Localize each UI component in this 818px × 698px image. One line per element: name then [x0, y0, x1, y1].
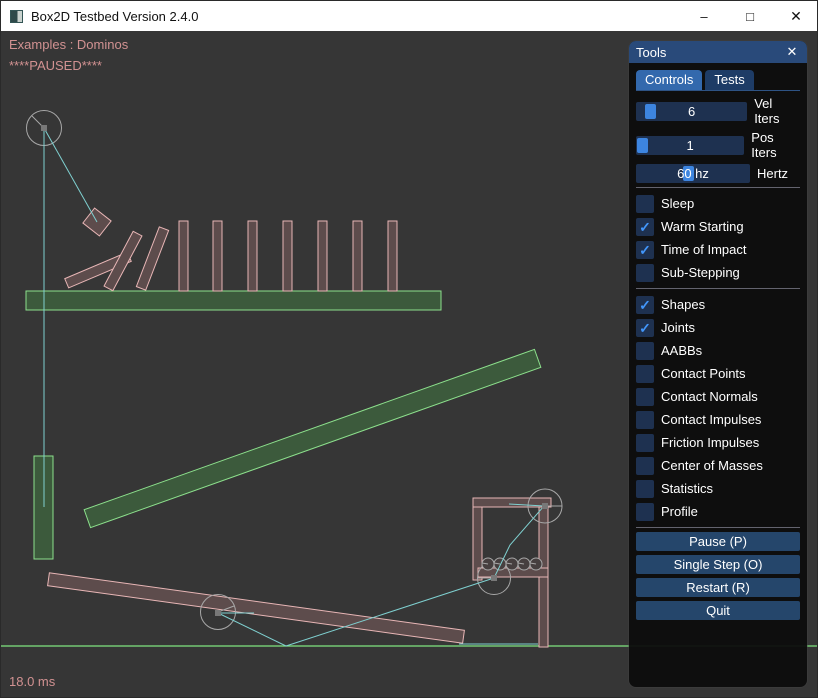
tab-tests[interactable]: Tests [705, 70, 753, 90]
joint-anchor [491, 575, 497, 581]
checkbox-row: Contact Normals [636, 385, 800, 408]
checkbox-row: ✓ Warm Starting [636, 215, 800, 238]
checkbox-row: AABBs [636, 339, 800, 362]
dynamic-body [283, 221, 292, 291]
checkbox-checked[interactable]: ✓ [636, 241, 654, 259]
checkbox-label: Time of Impact [661, 242, 746, 257]
separator [636, 527, 800, 528]
checkbox-label: Contact Impulses [661, 412, 761, 427]
checkbox-checked[interactable]: ✓ [636, 218, 654, 236]
static-body [26, 291, 441, 310]
tools-panel-header[interactable]: Tools ✕ [629, 41, 807, 63]
checkbox-label: AABBs [661, 343, 702, 358]
checkbox-unchecked[interactable] [636, 503, 654, 521]
pause-p-button[interactable]: Pause (P) [636, 532, 800, 551]
checkbox-row: Sub-Stepping [636, 261, 800, 284]
checkbox-unchecked[interactable] [636, 434, 654, 452]
checkbox-checked[interactable]: ✓ [636, 319, 654, 337]
joint-anchor [41, 125, 47, 131]
checkbox-row: ✓ Time of Impact [636, 238, 800, 261]
dynamic-body [213, 221, 222, 291]
slider-value: 60 hz [636, 164, 750, 183]
joint-line [218, 613, 286, 646]
checkbox-row: Sleep [636, 192, 800, 215]
solver-checkbox-group: Sleep ✓ Warm Starting ✓ Time of Impact Sub-St… [636, 192, 800, 284]
window-title: Box2D Testbed Version 2.4.0 [31, 9, 198, 24]
slider-track[interactable]: 1 [636, 136, 744, 155]
checkbox-checked[interactable]: ✓ [636, 296, 654, 314]
checkbox-unchecked[interactable] [636, 365, 654, 383]
paused-status-label: ****PAUSED**** [9, 58, 102, 73]
slider-label: Vel Iters [754, 96, 800, 126]
quit-button[interactable]: Quit [636, 601, 800, 620]
separator [636, 187, 800, 188]
single-step-o-button[interactable]: Single Step (O) [636, 555, 800, 574]
checkbox-label: Joints [661, 320, 695, 335]
checkbox-label: Profile [661, 504, 698, 519]
checkbox-label: Sub-Stepping [661, 265, 740, 280]
app-icon [10, 10, 23, 23]
tab-controls[interactable]: Controls [636, 70, 702, 90]
slider-row: 1 Pos Iters [636, 130, 800, 160]
checkbox-label: Center of Masses [661, 458, 763, 473]
checkbox-row: Profile [636, 500, 800, 523]
checkbox-unchecked[interactable] [636, 342, 654, 360]
tools-panel: Tools ✕ ControlsTests 6 Vel Iters 1 Pos Ite… [629, 41, 807, 687]
restart-r-button[interactable]: Restart (R) [636, 578, 800, 597]
slider-label: Pos Iters [751, 130, 800, 160]
checkbox-row: ✓ Shapes [636, 293, 800, 316]
checkbox-label: Sleep [661, 196, 694, 211]
frame-time-label: 18.0 ms [9, 674, 55, 689]
checkbox-label: Contact Points [661, 366, 746, 381]
dynamic-body [179, 221, 188, 291]
joint-anchor [542, 503, 548, 509]
checkbox-label: Shapes [661, 297, 705, 312]
checkbox-row: Center of Masses [636, 454, 800, 477]
checkbox-label: Warm Starting [661, 219, 744, 234]
checkbox-unchecked[interactable] [636, 411, 654, 429]
minimize-button[interactable]: – [681, 1, 727, 31]
slider-group: 6 Vel Iters 1 Pos Iters60 hz Hertz [636, 96, 800, 183]
dynamic-body [353, 221, 362, 291]
draw-checkbox-group: ✓ Shapes ✓ Joints AABBs Contact Points Contact… [636, 293, 800, 523]
checkbox-row: Statistics [636, 477, 800, 500]
slider-value: 1 [636, 136, 744, 155]
slider-row: 6 Vel Iters [636, 96, 800, 126]
slider-value: 6 [636, 102, 747, 121]
checkbox-unchecked[interactable] [636, 480, 654, 498]
dynamic-body [388, 221, 397, 291]
dynamic-body [318, 221, 327, 291]
tab-bar: ControlsTests [636, 70, 800, 91]
close-icon[interactable]: ✕ [784, 44, 800, 60]
checkbox-label: Friction Impulses [661, 435, 759, 450]
checkbox-row: Friction Impulses [636, 431, 800, 454]
app-window: Examples : Dominos ****PAUSED**** 18.0 m… [0, 0, 818, 698]
static-body [84, 349, 541, 527]
checkbox-row: Contact Impulses [636, 408, 800, 431]
action-button-group: Pause (P) Single Step (O) Restart (R) Quit [636, 532, 800, 620]
checkbox-row: Contact Points [636, 362, 800, 385]
checkbox-unchecked[interactable] [636, 457, 654, 475]
maximize-button[interactable]: □ [727, 1, 773, 31]
tools-panel-title: Tools [636, 45, 666, 60]
tools-panel-body: ControlsTests 6 Vel Iters 1 Pos Iters60 hz H… [629, 63, 807, 620]
checkbox-row: ✓ Joints [636, 316, 800, 339]
joint-line [44, 128, 97, 222]
title-bar[interactable]: Box2D Testbed Version 2.4.0 – □ ✕ [1, 1, 818, 31]
dynamic-body [248, 221, 257, 291]
checkbox-unchecked[interactable] [636, 195, 654, 213]
separator [636, 288, 800, 289]
close-button[interactable]: ✕ [773, 1, 818, 31]
checkbox-label: Statistics [661, 481, 713, 496]
slider-track[interactable]: 6 [636, 102, 747, 121]
checkbox-unchecked[interactable] [636, 264, 654, 282]
checkbox-unchecked[interactable] [636, 388, 654, 406]
checkbox-label: Contact Normals [661, 389, 758, 404]
slider-row: 60 hz Hertz [636, 164, 800, 183]
slider-track[interactable]: 60 hz [636, 164, 750, 183]
joint-anchor [215, 610, 221, 616]
example-label: Examples : Dominos [9, 37, 128, 52]
window-controls: – □ ✕ [681, 1, 818, 31]
slider-label: Hertz [757, 166, 788, 181]
